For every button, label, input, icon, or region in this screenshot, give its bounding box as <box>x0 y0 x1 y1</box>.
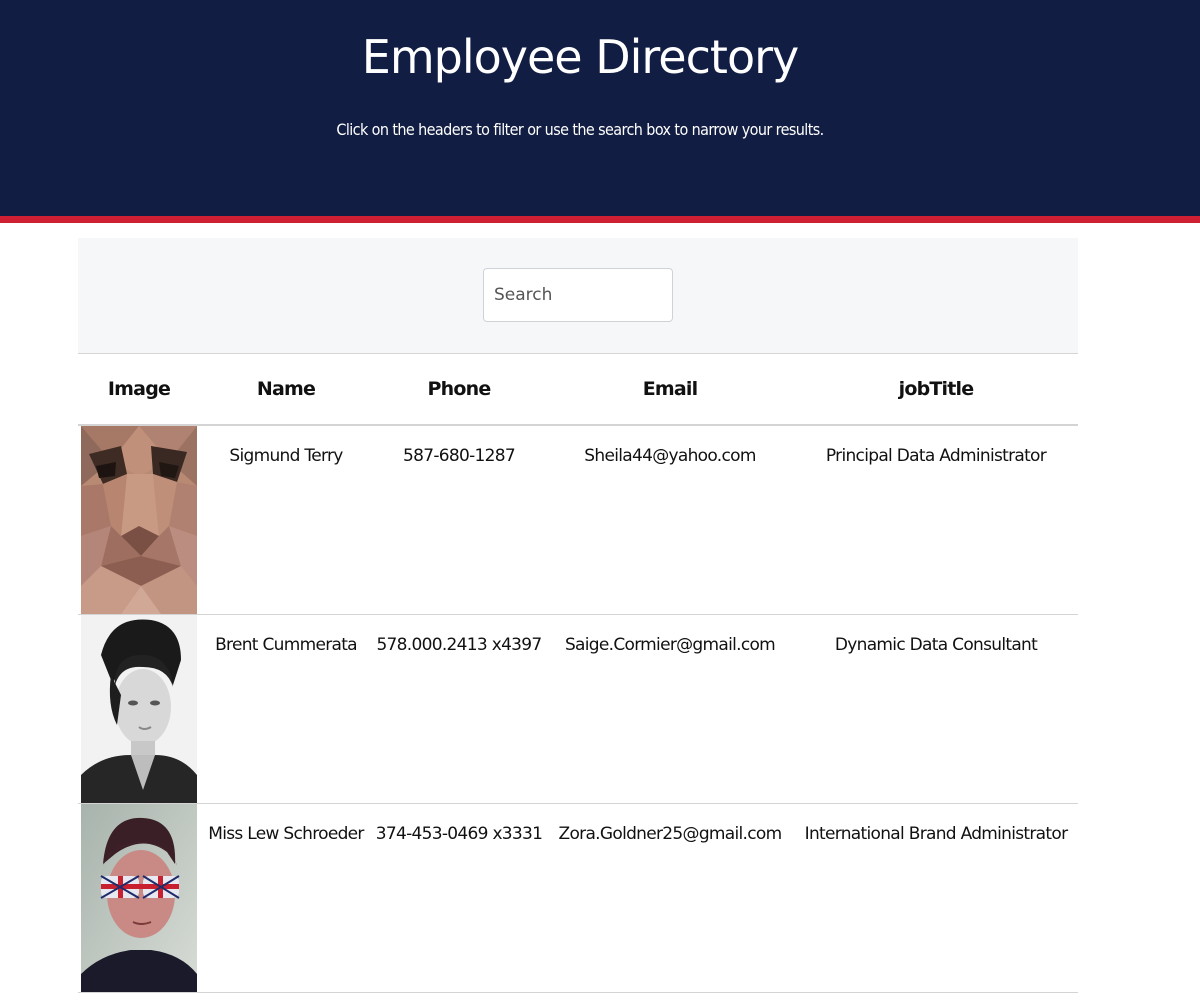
column-header-phone[interactable]: Phone <box>372 354 546 426</box>
employee-table: Image Name Phone Email jobTitle Sigmund … <box>78 353 1078 993</box>
employee-email: Saige.Cormier@gmail.com <box>564 635 776 655</box>
employee-phone: 578.000.2413 x4397 <box>376 635 542 655</box>
table-row: Sigmund Terry 587-680-1287 Sheila44@yaho… <box>78 426 1078 615</box>
employee-photo <box>81 804 197 992</box>
column-header-email[interactable]: Email <box>546 354 794 426</box>
search-input[interactable] <box>483 268 673 322</box>
employee-job-title: Principal Data Administrator <box>825 446 1047 466</box>
low-poly-face-portrait-image <box>81 426 197 614</box>
employee-job-title: International Brand Administrator <box>804 824 1068 844</box>
column-header-job-title[interactable]: jobTitle <box>794 354 1078 426</box>
table-row: Miss Lew Schroeder 374-453-0469 x3331 Zo… <box>78 804 1078 993</box>
page-header: Employee Directory Click on the headers … <box>0 0 1200 216</box>
page-subtitle: Click on the headers to filter or use th… <box>336 120 824 139</box>
table-row: Brent Cummerata 578.000.2413 x4397 Saige… <box>78 615 1078 804</box>
employee-photo <box>81 426 197 614</box>
column-header-image[interactable]: Image <box>78 354 200 426</box>
table-header: Image Name Phone Email jobTitle <box>78 354 1078 426</box>
employee-phone: 587-680-1287 <box>402 446 516 466</box>
employee-name: Miss Lew Schroeder <box>208 824 364 844</box>
employee-job-title: Dynamic Data Consultant <box>834 635 1038 655</box>
employee-email: Zora.Goldner25@gmail.com <box>558 824 783 844</box>
man-with-flag-sunglasses-portrait-image <box>81 804 197 992</box>
employee-photo <box>81 615 197 803</box>
search-panel <box>78 238 1078 353</box>
black-and-white-man-portrait-image <box>81 615 197 803</box>
employee-email: Sheila44@yahoo.com <box>584 446 756 466</box>
employee-name: Sigmund Terry <box>229 446 343 466</box>
header-accent-bar <box>0 216 1200 223</box>
page-title: Employee Directory <box>361 30 799 84</box>
column-header-name[interactable]: Name <box>200 354 372 426</box>
employee-name: Brent Cummerata <box>215 635 357 655</box>
employee-phone: 374-453-0469 x3331 <box>375 824 543 844</box>
